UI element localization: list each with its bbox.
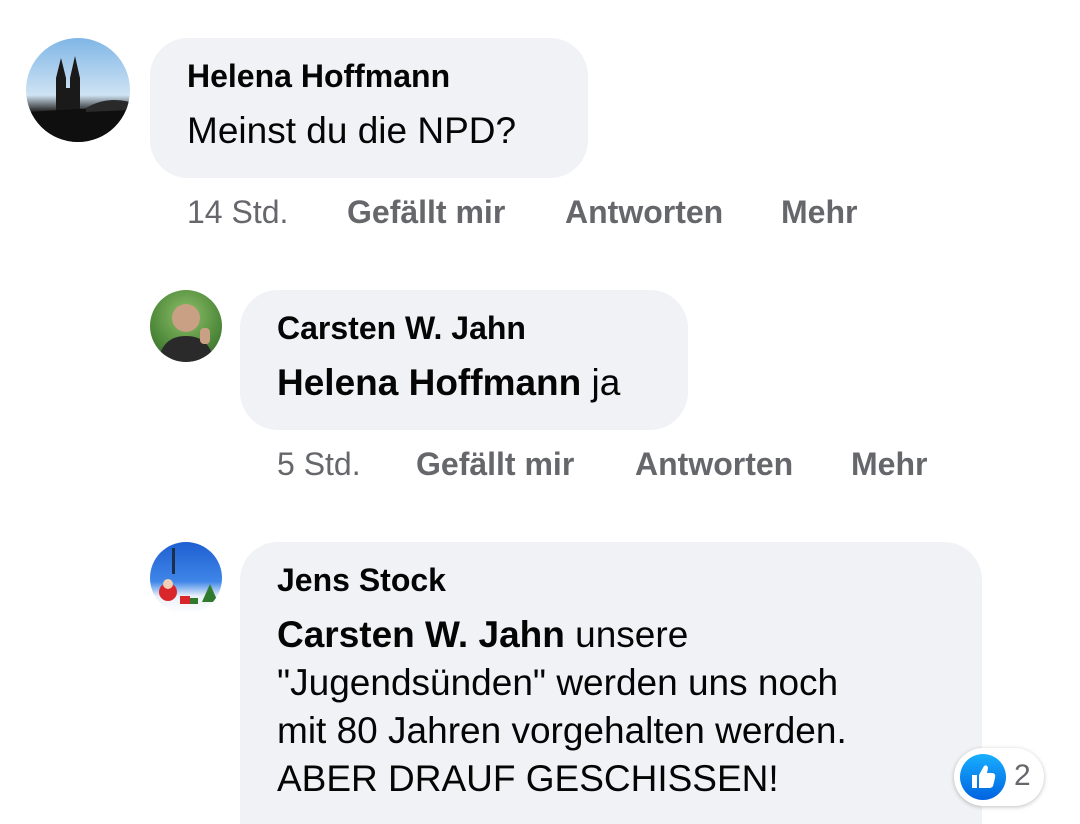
avatar[interactable] [150,290,222,362]
avatar[interactable] [26,38,130,142]
cathedral-silhouette-icon [26,56,130,142]
reply-button[interactable]: Antworten [565,194,723,231]
comment-text-content: ja [581,362,621,403]
like-button[interactable]: Gefällt mir [347,194,505,231]
reply-button[interactable]: Antworten [635,446,793,483]
comment-text-line: ABER DRAUF GESCHISSEN! [277,758,779,799]
avatar[interactable] [150,542,222,614]
comment-time[interactable]: 14 Std. [187,194,288,231]
comment-text: Meinst du die NPD? [187,107,516,155]
mention-link[interactable]: Helena Hoffmann [277,362,581,403]
reaction-count: 2 [1014,759,1031,792]
comment-text: Helena Hoffmann ja [277,359,620,407]
more-button[interactable]: Mehr [851,446,927,483]
comment-text-content: unsere [564,614,689,655]
comment-thread: Helena Hoffmann Meinst du die NPD? 14 St… [0,0,1080,824]
comment-text-content: Meinst du die NPD? [187,110,517,151]
comment-text-line: mit 80 Jahren vorgehalten werden. [277,710,847,751]
comment-text-line: "Jugendsünden" werden uns noch [277,662,839,703]
person-photo-icon [158,304,214,362]
reaction-summary[interactable]: 2 [954,748,1044,806]
more-button[interactable]: Mehr [781,194,857,231]
comment-time[interactable]: 5 Std. [277,446,361,483]
comment-text: Carsten W. Jahn unsere "Jugendsünden" we… [277,611,967,803]
comment-author[interactable]: Helena Hoffmann [187,58,450,95]
like-icon [960,754,1006,800]
comment-author[interactable]: Carsten W. Jahn [277,310,526,347]
like-button[interactable]: Gefällt mir [416,446,574,483]
christmas-scene-icon [159,548,218,604]
comment-author[interactable]: Jens Stock [277,562,446,599]
comment-text-line: Carsten W. Jahn unsere [277,611,967,659]
mention-link[interactable]: Carsten W. Jahn [277,614,565,655]
